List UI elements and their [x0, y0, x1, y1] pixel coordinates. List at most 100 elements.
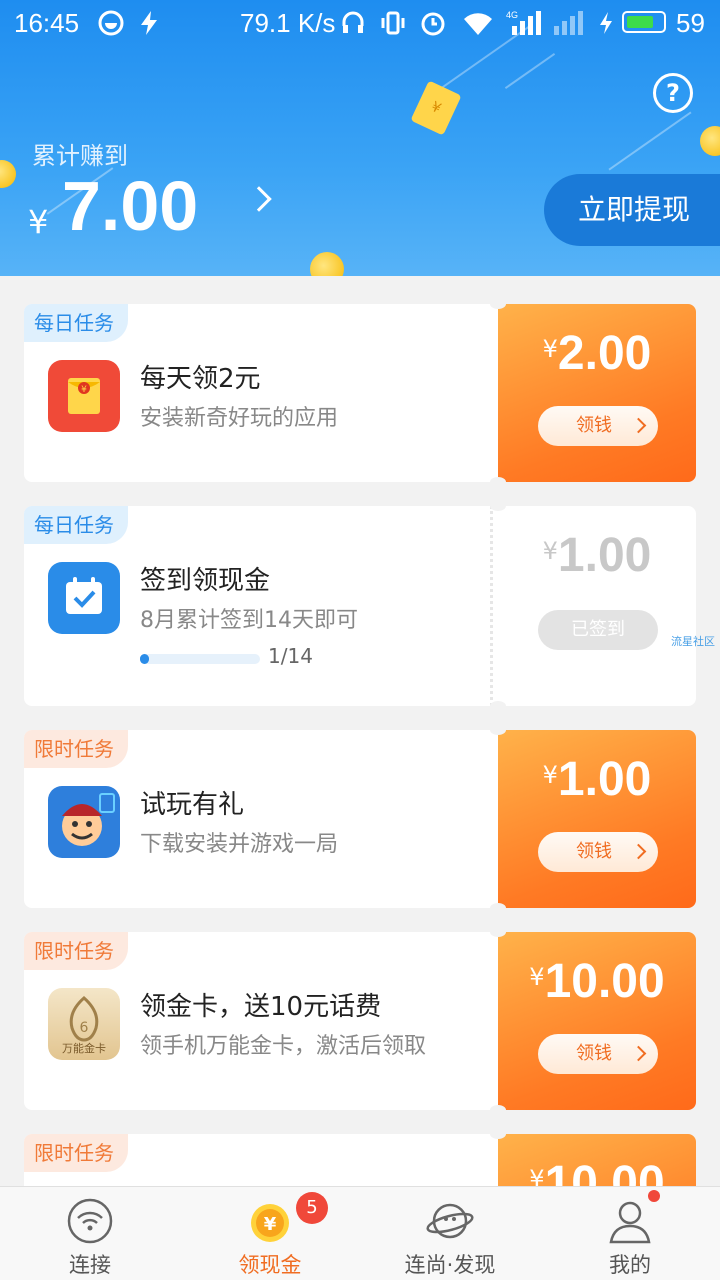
- chevron-right-icon[interactable]: [246, 186, 272, 212]
- help-icon[interactable]: ?: [653, 73, 693, 113]
- task-tag: 限时任务: [24, 730, 128, 768]
- signin-progress-bar: [140, 654, 260, 664]
- claim-button-label: 领钱: [576, 1043, 612, 1064]
- task-title: 领金卡，送10元话费: [140, 992, 382, 1022]
- tab-get-cash[interactable]: ¥ 领现金: [180, 1187, 360, 1280]
- gold-card-icon: 6 万能金卡: [48, 988, 120, 1060]
- task-subtitle: 领手机万能金卡，激活后领取: [140, 1034, 427, 1059]
- claim-button[interactable]: 领钱: [538, 1034, 658, 1074]
- signal-icon: 4G: [506, 10, 541, 35]
- withdraw-button[interactable]: 立即提现: [544, 174, 720, 246]
- task-subtitle: 8月累计签到14天即可: [140, 608, 358, 633]
- chevron-right-icon: [630, 843, 647, 860]
- battery-icon: [622, 11, 666, 33]
- svg-text:4G: 4G: [506, 10, 518, 20]
- ticket-notch: [490, 477, 506, 487]
- reward-amount: 1.00: [557, 753, 652, 806]
- reward-amount: 2.00: [557, 327, 652, 380]
- chevron-right-icon: [630, 1045, 647, 1062]
- notification-badge: 5: [296, 1192, 328, 1224]
- task-subtitle: 下载安装并游戏一局: [140, 832, 339, 857]
- user-icon: [609, 1201, 651, 1244]
- claim-button-label: 领钱: [576, 841, 612, 862]
- signin-progress-fill: [140, 654, 149, 664]
- tab-label: 连尚·发现: [404, 1253, 496, 1277]
- task-subtitle: 安装新奇好玩的应用: [140, 406, 339, 431]
- coin-icon: [0, 160, 16, 188]
- decor-streak: [608, 111, 692, 171]
- ticket-notch: [490, 1105, 506, 1115]
- signin-progress-text: 1/14: [268, 644, 313, 668]
- network-speed: 79.1 K/s: [240, 8, 336, 38]
- task-title: 签到领现金: [140, 566, 271, 596]
- tab-label: 我的: [609, 1253, 651, 1277]
- tab-label: 领现金: [238, 1253, 302, 1277]
- money-bill-icon: ¥: [410, 80, 462, 136]
- svg-text:¥: ¥: [264, 1214, 277, 1235]
- watermark: 流星社区: [671, 635, 715, 648]
- tab-discover[interactable]: 连尚·发现: [360, 1187, 540, 1280]
- headphones-icon: [342, 11, 364, 33]
- task-reward: ¥1.00: [498, 528, 696, 583]
- reward-currency: ¥: [542, 335, 558, 363]
- tab-me[interactable]: 我的: [540, 1187, 720, 1280]
- signal-weak-icon: [554, 11, 583, 35]
- coin-icon: [310, 252, 344, 276]
- task-card[interactable]: 限时任务 ¥10.00: [24, 1134, 696, 1194]
- planet-icon: [426, 1203, 474, 1239]
- ticket-notch: [490, 903, 506, 913]
- svg-text:6: 6: [80, 1020, 89, 1036]
- alarm-icon: [421, 12, 445, 36]
- app-notification-icon: [98, 10, 124, 36]
- reward-currency: ¥: [529, 963, 545, 991]
- task-tag: 限时任务: [24, 932, 128, 970]
- chevron-right-icon: [630, 417, 647, 434]
- task-reward: ¥1.00: [498, 752, 696, 807]
- calendar-check-icon: [48, 562, 120, 634]
- flash-icon: [141, 11, 157, 35]
- charging-icon: [600, 12, 612, 34]
- task-reward: ¥2.00: [498, 326, 696, 381]
- decor-streak: [504, 52, 556, 90]
- reward-currency: ¥: [542, 537, 558, 565]
- reward-amount: 1.00: [557, 529, 652, 582]
- task-card[interactable]: 限时任务 6 万能金卡 领金卡，送10元话费 领手机万能金卡，激活后领取 ¥10…: [24, 927, 696, 1115]
- status-time: 16:45: [14, 8, 80, 38]
- task-tag: 每日任务: [24, 304, 128, 342]
- ticket-notch: [490, 701, 506, 711]
- tab-label: 连接: [69, 1253, 111, 1277]
- earned-amount[interactable]: 7.00: [62, 166, 198, 246]
- ticket-notch: [490, 927, 506, 937]
- wifi-icon: [67, 1198, 113, 1244]
- claim-button-label: 领钱: [576, 415, 612, 436]
- claim-button[interactable]: 领钱: [538, 406, 658, 446]
- task-card[interactable]: 每日任务 ¥ 每天领2元 安装新奇好玩的应用 ¥2.00 领钱: [24, 299, 696, 487]
- ticket-notch: [490, 299, 506, 309]
- notification-dot: [648, 1190, 660, 1202]
- task-tag: 限时任务: [24, 1134, 128, 1172]
- header-banner: ¥ 16:45 79.1 K/s 4G 59 ? 累计赚到 ¥ 7.00 立即提…: [0, 0, 720, 276]
- coin-icon: ¥: [251, 1204, 289, 1242]
- game-character-icon: [48, 786, 120, 858]
- claim-button[interactable]: 领钱: [538, 832, 658, 872]
- task-card[interactable]: 限时任务 试玩有礼 下载安装并游戏一局 ¥1.00 领钱: [24, 725, 696, 913]
- ticket-notch: [490, 501, 506, 511]
- gold-card-icon-text: 万能金卡: [62, 1042, 106, 1055]
- tab-connect[interactable]: 连接: [0, 1187, 180, 1280]
- wifi-icon: [464, 13, 492, 36]
- task-tag: 每日任务: [24, 506, 128, 544]
- reward-amount: 10.00: [544, 955, 665, 1008]
- signed-in-button[interactable]: 已签到: [538, 610, 658, 650]
- svg-text:¥: ¥: [81, 385, 87, 395]
- task-title: 试玩有礼: [140, 790, 245, 820]
- status-bar: 16:45 79.1 K/s 4G 59: [0, 0, 720, 46]
- red-envelope-icon: ¥: [48, 360, 120, 432]
- ticket-notch: [490, 725, 506, 735]
- reward-currency: ¥: [542, 761, 558, 789]
- task-card[interactable]: 每日任务 签到领现金 8月累计签到14天即可 1/14 ¥1.00 已签到: [24, 501, 696, 711]
- vibrate-icon: [381, 11, 405, 35]
- currency-symbol: ¥: [28, 203, 49, 241]
- bottom-tab-bar: 连接 ¥ 领现金 连尚·发现 我的: [0, 1186, 720, 1280]
- coin-icon: [700, 126, 720, 156]
- task-title: 每天领2元: [140, 364, 261, 394]
